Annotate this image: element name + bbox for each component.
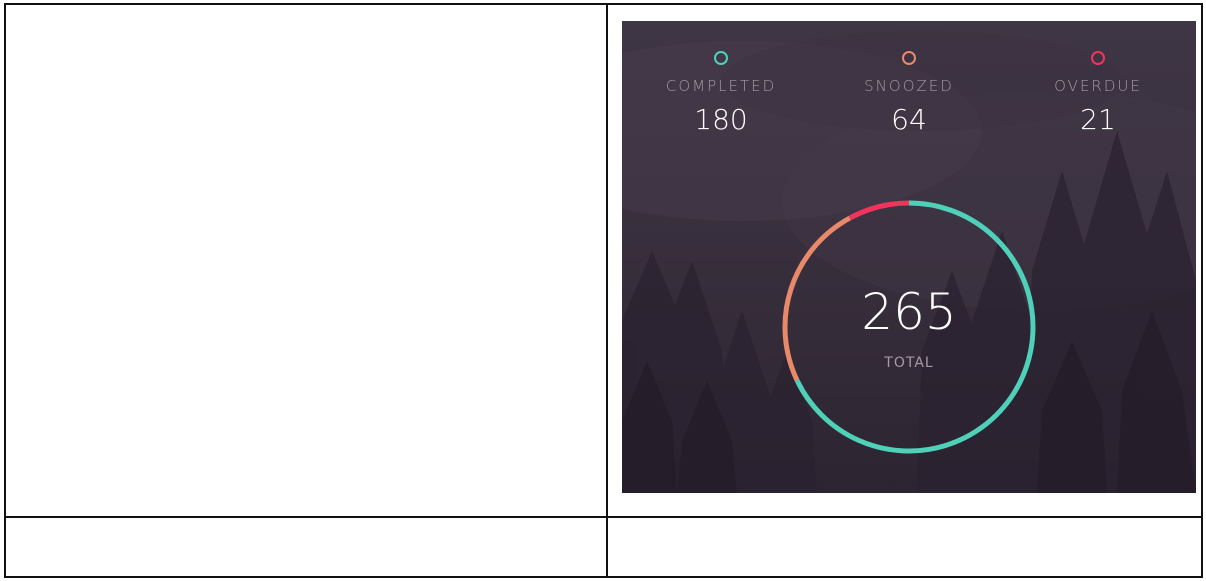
- snoozed-ring-icon: [902, 51, 916, 65]
- donut-segment-overdue: [848, 200, 910, 221]
- table-cell-top-left: [6, 5, 606, 516]
- overdue-label: OVERDUE: [1054, 77, 1142, 95]
- stat-snoozed: SNOOZED 64: [829, 51, 989, 136]
- table-cell-bottom-left: [6, 518, 606, 576]
- completed-label: COMPLETED: [665, 77, 777, 95]
- table-horizontal-divider: [6, 516, 1201, 518]
- snoozed-label: SNOOZED: [864, 77, 954, 95]
- table-cell-bottom-right: [608, 518, 1201, 576]
- table-vertical-divider: [606, 5, 608, 576]
- total-value: 265: [861, 283, 957, 341]
- overdue-ring-icon: [1091, 51, 1105, 65]
- snoozed-value: 64: [891, 103, 927, 136]
- overdue-value: 21: [1080, 103, 1116, 136]
- total-label: TOTAL: [884, 355, 934, 371]
- stat-overdue: OVERDUE 21: [1018, 51, 1178, 136]
- completed-value: 180: [694, 103, 748, 136]
- stat-completed: COMPLETED 180: [641, 51, 801, 136]
- completed-ring-icon: [714, 51, 728, 65]
- task-summary-widget: COMPLETED 180 SNOOZED 64 OVERDUE 21 265 …: [622, 21, 1196, 493]
